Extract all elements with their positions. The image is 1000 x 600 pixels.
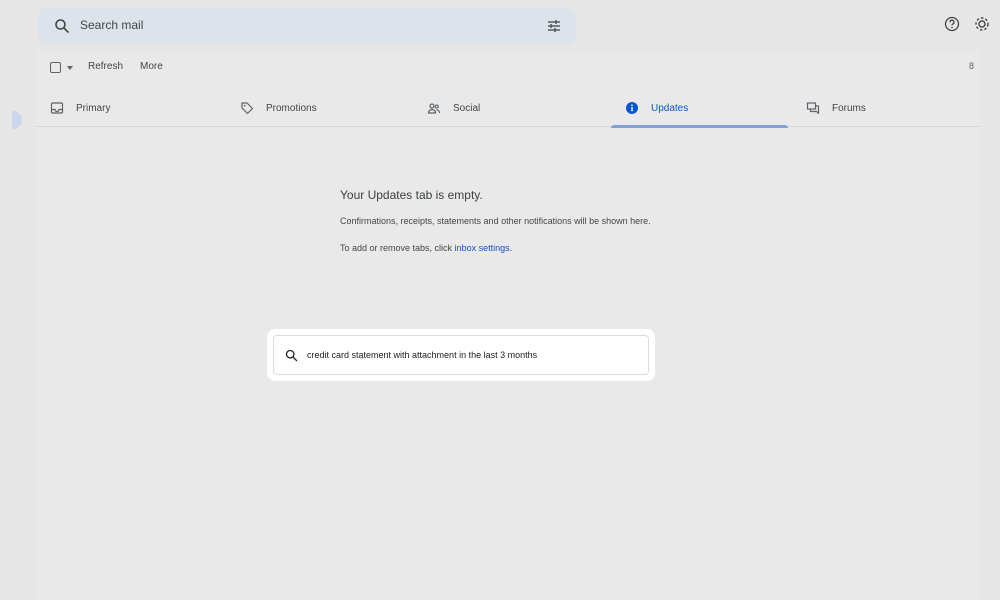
tag-icon (241, 102, 254, 115)
tab-label: Forums (832, 102, 866, 114)
more-button[interactable]: More (140, 61, 163, 72)
select-dropdown-icon[interactable] (67, 66, 73, 70)
refresh-button[interactable]: Refresh (88, 61, 123, 72)
search-input[interactable]: Search mail (80, 18, 143, 32)
mail-toolbar: Refresh More 8 (36, 52, 980, 82)
selected-tab-indicator (611, 125, 788, 128)
tab-forums[interactable]: Forums (792, 89, 980, 127)
settings-gear-icon[interactable] (974, 16, 990, 32)
tab-updates[interactable]: Updates (611, 89, 788, 128)
settings-hint-prefix: To add or remove tabs, click (340, 243, 455, 253)
category-tabs: Primary Promotions Social Updates Forums (36, 89, 980, 128)
forum-icon (806, 102, 820, 115)
select-all-checkbox[interactable] (50, 62, 61, 73)
search-icon (285, 349, 298, 362)
suggested-search-text: credit card statement with attachment in… (307, 350, 538, 360)
inbox-icon (50, 102, 64, 114)
tab-label: Social (453, 102, 481, 114)
mail-panel: Refresh More 8 Primary Promotions Social… (36, 52, 980, 600)
empty-state-settings-hint: To add or remove tabs, click inbox setti… (340, 243, 512, 253)
settings-hint-suffix: . (509, 243, 513, 253)
tab-label: Primary (76, 102, 111, 114)
toolbar-overflow[interactable]: 8 (969, 61, 974, 71)
empty-state-title: Your Updates tab is empty. (340, 188, 483, 202)
info-icon (626, 102, 638, 114)
search-options-icon[interactable] (546, 18, 562, 34)
tab-label: Updates (651, 102, 689, 114)
inbox-settings-link[interactable]: inbox settings (455, 243, 510, 253)
suggested-search-card: credit card statement with attachment in… (267, 329, 655, 381)
people-icon (427, 103, 441, 114)
help-icon[interactable] (944, 16, 960, 32)
suggested-search-button[interactable]: credit card statement with attachment in… (273, 335, 649, 375)
empty-state-description: Confirmations, receipts, statements and … (340, 216, 651, 226)
gmail-page: Search mail Refresh More 8 Primary Promo… (0, 0, 1000, 600)
compose-edge-indicator (12, 111, 22, 129)
tab-promotions[interactable]: Promotions (226, 89, 416, 127)
tab-label: Promotions (266, 102, 317, 114)
tab-primary[interactable]: Primary (36, 89, 226, 127)
search-icon[interactable] (54, 18, 70, 34)
tab-social[interactable]: Social (413, 89, 609, 127)
search-bar[interactable]: Search mail (38, 8, 576, 44)
